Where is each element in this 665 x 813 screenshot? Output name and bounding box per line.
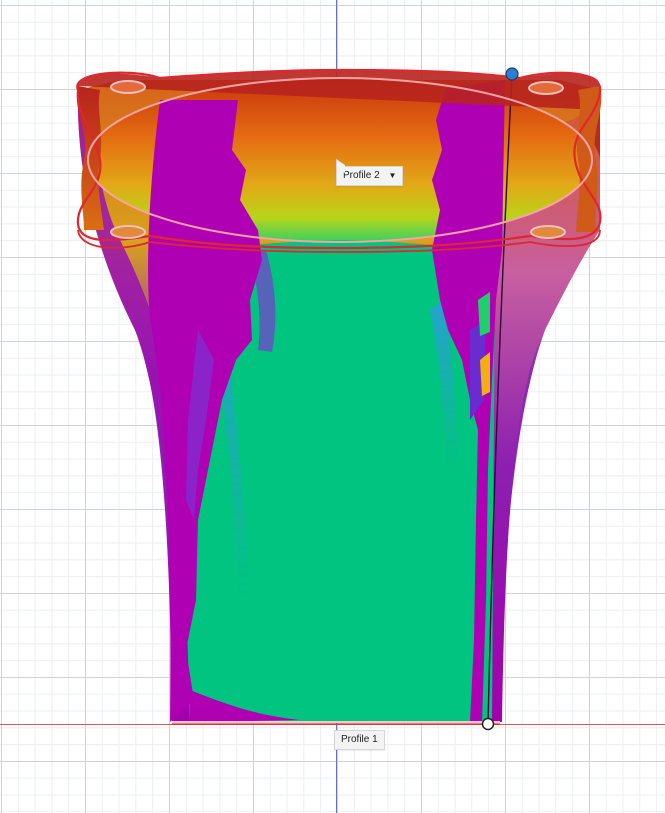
canvas-3d-viewport[interactable]: Profile 2 ▼ Profile 1: [0, 0, 665, 813]
profile-2-text: Profile 2: [343, 170, 380, 181]
profile-1-text: Profile 1: [341, 734, 378, 745]
loft-body-model[interactable]: [0, 0, 665, 813]
caret-down-icon[interactable]: ▼: [388, 167, 396, 185]
profile-1-label[interactable]: Profile 1: [334, 730, 385, 750]
profile-2-label[interactable]: Profile 2 ▼: [336, 158, 404, 186]
